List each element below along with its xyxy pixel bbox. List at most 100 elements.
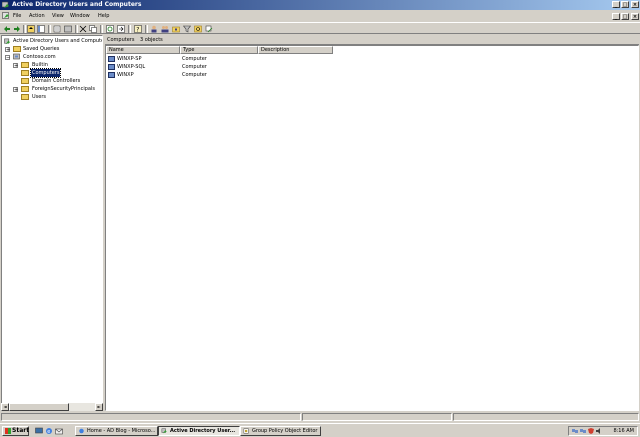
menu-file[interactable]: File xyxy=(13,12,21,20)
clock: 8:16 AM xyxy=(613,428,634,434)
export-list-icon[interactable] xyxy=(117,25,125,33)
new-user-icon[interactable] xyxy=(150,25,158,33)
scroll-thumb[interactable] xyxy=(9,403,69,411)
mmc-document-icon[interactable] xyxy=(2,12,10,20)
status-cell xyxy=(453,413,639,421)
task-label: Home - AD Blog - Microso... xyxy=(87,428,156,434)
toolbar: ? xyxy=(0,22,640,34)
computer-icon xyxy=(108,72,115,78)
outlook-express-icon[interactable] xyxy=(55,427,63,435)
delete-icon[interactable] xyxy=(64,25,72,33)
system-tray: 8:16 AM xyxy=(568,426,638,436)
toolbar-separator xyxy=(75,25,78,33)
show-console-tree-icon[interactable] xyxy=(37,25,45,33)
menu-help[interactable]: Help xyxy=(98,12,109,20)
menu-view[interactable]: View xyxy=(52,12,64,20)
taskbar-button-gpo[interactable]: Group Policy Object Editor xyxy=(240,426,321,436)
filter-icon[interactable] xyxy=(183,25,191,33)
window-restore-button[interactable]: □ xyxy=(621,1,629,8)
child-minimize-button[interactable]: _ xyxy=(612,13,620,20)
volume-icon[interactable] xyxy=(596,428,602,434)
list-item[interactable]: WINXP-SQL Computer xyxy=(107,63,637,71)
network-activity-icon[interactable] xyxy=(580,428,586,434)
toolbar-separator xyxy=(48,25,51,33)
back-icon[interactable] xyxy=(3,25,11,33)
start-label: Start xyxy=(12,427,30,434)
window-titlebar[interactable]: Active Directory Users and Computers _ □… xyxy=(0,0,640,10)
details-pane: Computers 3 objects Name Type Descriptio… xyxy=(105,35,639,411)
tree-root-label: Active Directory Users and Computer xyxy=(13,38,103,44)
start-button[interactable]: Start xyxy=(2,426,29,436)
help-icon[interactable]: ? xyxy=(134,25,142,33)
svg-text:e: e xyxy=(47,429,50,435)
expand-toggle[interactable]: + xyxy=(5,47,10,53)
tree-horizontal-scrollbar[interactable]: ◄ ► xyxy=(1,403,103,411)
details-header-title: Computers xyxy=(107,37,135,43)
refresh-icon[interactable] xyxy=(106,25,114,33)
cut-icon[interactable] xyxy=(79,25,87,33)
window-minimize-button[interactable]: _ xyxy=(612,1,620,8)
computer-type: Computer xyxy=(182,64,207,70)
menu-bar: File Action View Window Help _ □ × xyxy=(0,11,640,21)
collapse-toggle[interactable]: − xyxy=(5,55,10,61)
new-group-icon[interactable] xyxy=(161,25,169,33)
tree-item-label: Saved Queries xyxy=(23,46,60,52)
computer-name: WINXP-SQL xyxy=(117,64,146,70)
svg-text:?: ? xyxy=(136,27,139,34)
column-header-type[interactable]: Type xyxy=(180,46,258,54)
aduc-app-icon xyxy=(161,428,167,434)
computer-type: Computer xyxy=(182,72,207,78)
child-close-button[interactable]: × xyxy=(631,13,639,20)
domain-icon xyxy=(13,53,20,60)
folder-icon xyxy=(21,94,29,100)
details-header-count: 3 objects xyxy=(140,37,163,43)
add-to-group-icon[interactable] xyxy=(205,25,213,33)
window-close-button[interactable]: × xyxy=(631,1,639,8)
internet-explorer-icon[interactable]: e xyxy=(45,427,53,435)
tree-item-label: ForeignSecurityPrincipals xyxy=(32,86,95,92)
list-item[interactable]: WINXP-SP Computer xyxy=(107,55,637,63)
column-header-description[interactable]: Description xyxy=(258,46,333,54)
scroll-right-arrow-icon[interactable]: ► xyxy=(95,403,103,411)
window-title: Active Directory Users and Computers xyxy=(12,1,142,8)
network-icon[interactable] xyxy=(572,428,578,434)
list-item[interactable]: WINXP Computer xyxy=(107,71,637,79)
toolbar-separator xyxy=(100,25,103,33)
task-label: Group Policy Object Editor xyxy=(252,428,318,434)
find-icon[interactable] xyxy=(194,25,202,33)
task-label: Active Directory User... xyxy=(170,428,236,434)
details-list[interactable]: Name Type Description WINXP-SP Computer … xyxy=(105,45,639,411)
folder-icon xyxy=(21,62,29,68)
scroll-left-arrow-icon[interactable]: ◄ xyxy=(1,403,9,411)
folder-icon xyxy=(21,86,29,92)
taskbar-button-ie[interactable]: Home - AD Blog - Microso... xyxy=(75,426,158,436)
show-desktop-icon[interactable] xyxy=(35,427,43,435)
details-header: Computers 3 objects xyxy=(105,35,639,45)
folder-open-icon xyxy=(21,70,29,76)
toolbar-separator xyxy=(145,25,148,33)
up-icon[interactable] xyxy=(27,25,35,33)
windows-logo-icon xyxy=(5,428,11,434)
forward-icon[interactable] xyxy=(13,25,21,33)
column-header-name[interactable]: Name xyxy=(106,46,180,54)
tree-item-label: Contoso.com xyxy=(23,54,56,60)
expand-toggle[interactable]: + xyxy=(13,63,18,69)
copy-icon[interactable] xyxy=(89,25,97,33)
folder-icon xyxy=(13,46,21,52)
aduc-root-icon xyxy=(4,38,11,45)
taskbar-button-aduc[interactable]: Active Directory User... xyxy=(158,426,240,436)
toolbar-separator xyxy=(23,25,26,33)
tree-item-label: Domain Controllers xyxy=(32,78,81,84)
status-cell xyxy=(302,413,452,421)
menu-window[interactable]: Window xyxy=(70,12,90,20)
new-ou-icon[interactable] xyxy=(172,25,180,33)
child-restore-button[interactable]: □ xyxy=(621,13,629,20)
menu-action[interactable]: Action xyxy=(29,12,45,20)
security-icon[interactable] xyxy=(588,428,594,434)
tree-item-label: Computers xyxy=(29,68,62,78)
properties-icon[interactable] xyxy=(53,25,61,33)
console-tree[interactable]: Active Directory Users and Computer + Sa… xyxy=(1,35,103,411)
expand-toggle[interactable]: + xyxy=(13,87,18,93)
computer-name: WINXP xyxy=(117,72,134,78)
toolbar-separator xyxy=(128,25,131,33)
